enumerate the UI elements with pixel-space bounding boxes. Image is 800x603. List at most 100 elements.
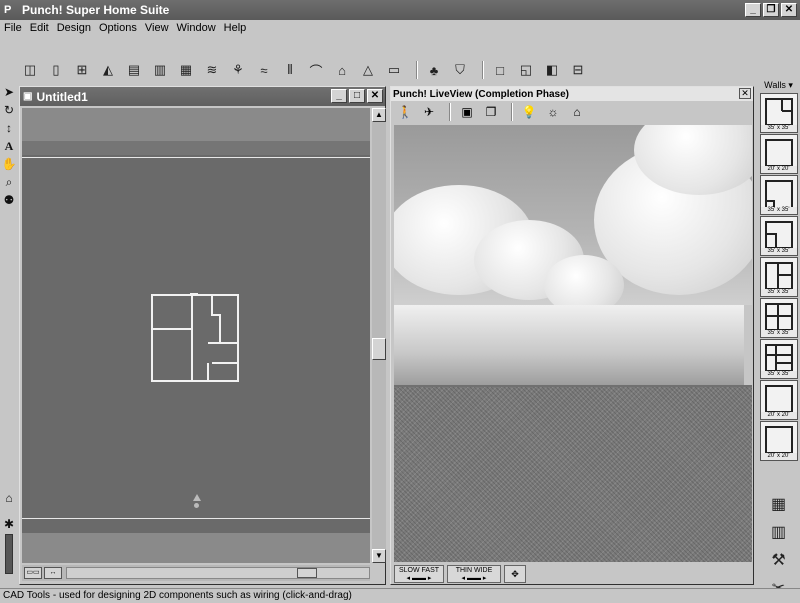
menu-design[interactable]: Design: [57, 22, 91, 34]
scroll-thumb[interactable]: [372, 338, 386, 360]
layout-single-icon[interactable]: □: [490, 61, 510, 79]
arch-tool-icon[interactable]: ⌒: [306, 61, 326, 79]
width-wide-label: WIDE: [474, 566, 493, 574]
wall-panel-icon[interactable]: ▥: [767, 522, 791, 544]
level-slider[interactable]: [5, 534, 13, 574]
plan-canvas[interactable]: [22, 108, 370, 563]
fence-tool-icon[interactable]: ⫴: [280, 61, 300, 79]
horizontal-scrollbar[interactable]: [66, 567, 370, 579]
layout-split-icon[interactable]: ◱: [516, 61, 536, 79]
library-tile[interactable]: 35' x 35': [759, 216, 798, 256]
minimize-button[interactable]: _: [745, 3, 761, 17]
terrain-tool-icon[interactable]: ▭: [384, 61, 404, 79]
plan-maximize-button[interactable]: □: [349, 89, 365, 103]
restore-button[interactable]: ❐: [763, 3, 779, 17]
viewer-marker-icon[interactable]: [192, 494, 202, 508]
dimension-icon[interactable]: ↕: [1, 120, 17, 136]
plan-measure-icon[interactable]: ↔: [44, 567, 62, 579]
library-tile-size: 20' x 20': [760, 166, 797, 173]
tree-tool-icon[interactable]: ♣: [424, 61, 444, 79]
fly-mode-icon[interactable]: ✈: [419, 103, 439, 121]
people-icon[interactable]: ⚉: [1, 192, 17, 208]
roof-tool-icon[interactable]: ⌂: [332, 61, 352, 79]
plan-vertical-scrollbar[interactable]: ▲ ▼: [372, 108, 386, 563]
deck-tool-icon[interactable]: ▥: [150, 61, 170, 79]
floor-plan[interactable]: [150, 293, 240, 383]
menu-help[interactable]: Help: [224, 22, 247, 34]
sun-icon[interactable]: ✱: [1, 516, 17, 532]
library-actions: ▦ ▥ ⚒ ✂: [757, 488, 800, 600]
plan-close-button[interactable]: ✕: [367, 89, 383, 103]
library-category-dropdown[interactable]: Walls ▾: [757, 80, 800, 92]
camera-view-icon[interactable]: ▣: [457, 103, 477, 121]
library-tile-size: 35' x 35': [760, 330, 797, 337]
path-tool-icon[interactable]: ≋: [202, 61, 222, 79]
ground: [394, 387, 752, 562]
pan-hand-icon[interactable]: ✋: [1, 156, 17, 172]
gazebo-tool-icon[interactable]: △: [358, 61, 378, 79]
layers-icon[interactable]: ❐: [481, 103, 501, 121]
stairs-tool-icon[interactable]: ▤: [124, 61, 144, 79]
light-bulb-icon[interactable]: 💡: [519, 103, 539, 121]
speed-control[interactable]: SLOW FAST ◂ ▬▬ ▸: [394, 565, 444, 583]
library-tile[interactable]: 35' x 35': [759, 93, 798, 133]
library-tile[interactable]: 35' x 35': [759, 175, 798, 215]
library-tile[interactable]: 35' x 35': [759, 298, 798, 338]
liveview-close-button[interactable]: ✕: [739, 88, 751, 99]
library-tile[interactable]: 35' x 35': [759, 339, 798, 379]
canvas-bottom-band: [22, 533, 370, 563]
layout-vertical-icon[interactable]: ◧: [542, 61, 562, 79]
zoom-icon[interactable]: ⌕: [1, 174, 17, 190]
app-titlebar: P Punch! Super Home Suite _ ❐ ✕: [0, 0, 800, 20]
library-tile[interactable]: 20' x 20': [759, 421, 798, 461]
library-tile-size: 35' x 35': [760, 289, 797, 296]
3d-scene[interactable]: [394, 125, 752, 562]
walk-mode-icon[interactable]: 🚶: [395, 103, 415, 121]
library-tile[interactable]: 20' x 20': [759, 380, 798, 420]
scroll-up-arrow[interactable]: ▲: [372, 108, 386, 122]
door-tool-icon[interactable]: ▯: [46, 61, 66, 79]
wall-horizon: [394, 305, 744, 385]
sun-light-icon[interactable]: ☼: [543, 103, 563, 121]
direction-pad-icon[interactable]: ✥: [504, 565, 526, 583]
menu-window[interactable]: Window: [177, 22, 216, 34]
menu-view[interactable]: View: [145, 22, 169, 34]
home-icon[interactable]: ⌂: [1, 490, 17, 506]
house-paint-icon[interactable]: ⌂: [567, 103, 587, 121]
left-toolbox-bottom: ⌂ ✱: [0, 488, 18, 574]
rotate-icon[interactable]: ↻: [1, 102, 17, 118]
library-tile-size: 35' x 35': [760, 125, 797, 132]
scroll-down-arrow[interactable]: ▼: [372, 549, 386, 563]
plant-tool-icon[interactable]: ⚘: [228, 61, 248, 79]
canvas-bottom-line: [22, 518, 370, 519]
calculator-icon[interactable]: ▦: [767, 494, 791, 516]
plan-window: ▣ Untitled1 _ □ ✕ ▲ ▼ ▭▭ ↔: [19, 86, 386, 585]
plan-window-title: Untitled1: [36, 89, 88, 104]
library-tile-size: 20' x 20': [760, 453, 797, 460]
menu-edit[interactable]: Edit: [30, 22, 49, 34]
toolbar-divider: [482, 61, 484, 79]
water-tool-icon[interactable]: ≈: [254, 61, 274, 79]
tools-icon[interactable]: ⚒: [767, 550, 791, 572]
text-icon[interactable]: A: [1, 138, 17, 154]
liveview-titlebar: Punch! LiveView (Completion Phase): [391, 87, 753, 101]
layout-horizontal-icon[interactable]: ⊟: [568, 61, 588, 79]
plan-view-toggle-icon[interactable]: ▭▭: [24, 567, 42, 579]
furniture-tool-icon[interactable]: ⛉: [450, 61, 470, 79]
app-icon: P: [4, 4, 12, 16]
library-tile[interactable]: 20' x 20': [759, 134, 798, 174]
floor-tool-icon[interactable]: ◭: [98, 61, 118, 79]
hscroll-thumb[interactable]: [297, 568, 317, 578]
tile-tool-icon[interactable]: ▦: [176, 61, 196, 79]
pointer-icon[interactable]: ➤: [1, 84, 17, 100]
width-control[interactable]: THIN WIDE ◂ ▬▬ ▸: [447, 565, 501, 583]
menu-options[interactable]: Options: [99, 22, 137, 34]
liveview-window: Punch! LiveView (Completion Phase) ✕ 🚶 ✈…: [390, 86, 754, 585]
window-tool-icon[interactable]: ⊞: [72, 61, 92, 79]
close-button[interactable]: ✕: [781, 3, 797, 17]
menu-file[interactable]: File: [4, 22, 22, 34]
toolbar-divider: [416, 61, 418, 79]
library-tile[interactable]: 35' x 35': [759, 257, 798, 297]
wall-tool-icon[interactable]: ◫: [20, 61, 40, 79]
plan-minimize-button[interactable]: _: [331, 89, 347, 103]
